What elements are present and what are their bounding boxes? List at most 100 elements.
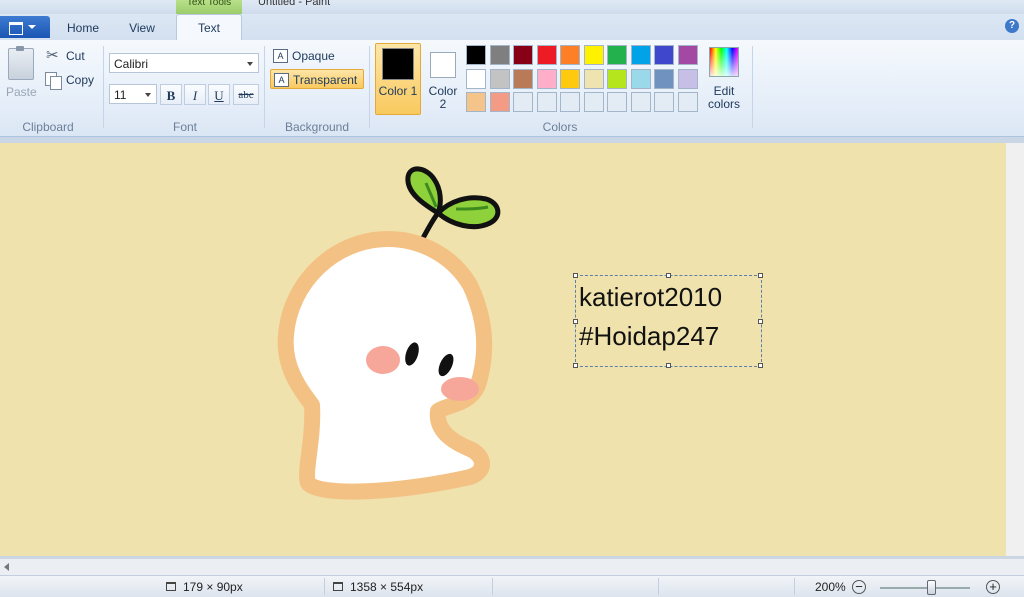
- copy-button[interactable]: Copy: [66, 73, 94, 87]
- cut-button[interactable]: Cut: [66, 49, 85, 63]
- palette-swatch[interactable]: [677, 45, 698, 65]
- resize-handle[interactable]: [666, 363, 671, 368]
- palette-swatch[interactable]: [607, 68, 627, 89]
- palette-swatch[interactable]: [583, 45, 604, 65]
- underline-button[interactable]: U: [208, 84, 230, 105]
- font-size-select[interactable]: 11: [109, 84, 157, 104]
- italic-button[interactable]: I: [184, 84, 206, 105]
- palette-swatch[interactable]: [630, 68, 651, 89]
- canvas-text-line[interactable]: #Hoidap247: [579, 321, 719, 352]
- scroll-left-icon[interactable]: [4, 563, 9, 571]
- document-title: Untitled - Paint: [258, 0, 331, 8]
- color2-swatch[interactable]: [430, 52, 456, 78]
- edit-colors-icon[interactable]: [709, 47, 739, 77]
- palette-swatch[interactable]: [513, 92, 533, 112]
- group-divider: [752, 46, 753, 128]
- contextual-tab-label: Text Tools: [176, 0, 242, 14]
- copy-icon[interactable]: [45, 72, 62, 90]
- resize-handle[interactable]: [758, 319, 763, 324]
- palette-swatch[interactable]: [466, 45, 486, 65]
- tab-home[interactable]: Home: [56, 16, 110, 40]
- image-size: 1358 × 554px: [350, 580, 424, 594]
- palette-swatch[interactable]: [630, 92, 651, 112]
- font-family-value: Calibri: [114, 57, 149, 71]
- palette-swatch[interactable]: [513, 45, 533, 65]
- canvas-text-line[interactable]: katierot2010: [579, 282, 722, 313]
- palette-swatch[interactable]: [466, 68, 486, 89]
- palette-swatch[interactable]: [466, 92, 486, 112]
- chevron-down-icon: [145, 93, 151, 97]
- bold-button[interactable]: B: [160, 84, 182, 105]
- group-label-clipboard: Clipboard: [22, 120, 74, 134]
- color-palette: [466, 45, 702, 115]
- vertical-scrollbar[interactable]: [1006, 143, 1024, 556]
- transparent-icon: A: [274, 73, 289, 87]
- resize-handle[interactable]: [758, 273, 763, 278]
- selection-size-icon: [166, 582, 176, 591]
- strikethrough-button[interactable]: abc: [233, 84, 259, 105]
- selection-size: 179 × 90px: [183, 580, 243, 594]
- status-bar: 179 × 90px 1358 × 554px 200%: [0, 575, 1024, 597]
- palette-swatch[interactable]: [489, 45, 510, 65]
- transparent-label: Transparent: [293, 73, 358, 87]
- paste-icon[interactable]: [8, 46, 34, 80]
- palette-swatch[interactable]: [654, 68, 674, 89]
- zoom-slider-thumb[interactable]: [927, 580, 936, 595]
- group-label-background: Background: [284, 120, 350, 134]
- title-bar: [0, 0, 1024, 14]
- palette-swatch[interactable]: [677, 68, 698, 89]
- tab-view[interactable]: View: [114, 16, 170, 40]
- group-label-font: Font: [172, 120, 197, 134]
- drawing-canvas[interactable]: [0, 143, 1006, 556]
- palette-swatch[interactable]: [607, 45, 627, 65]
- color1-swatch[interactable]: [382, 48, 414, 80]
- zoom-in-button[interactable]: +: [986, 580, 1000, 594]
- resize-handle[interactable]: [573, 273, 578, 278]
- palette-swatch[interactable]: [489, 92, 510, 112]
- palette-swatch[interactable]: [536, 68, 557, 89]
- paint-menu-button[interactable]: [0, 16, 50, 38]
- palette-swatch[interactable]: [654, 45, 674, 65]
- palette-swatch[interactable]: [560, 68, 580, 89]
- group-divider: [369, 46, 370, 128]
- palette-swatch[interactable]: [607, 92, 627, 112]
- group-divider: [103, 46, 104, 128]
- paste-button-label[interactable]: Paste: [6, 85, 37, 99]
- zoom-level: 200%: [815, 580, 846, 594]
- group-label-colors: Colors: [542, 120, 578, 134]
- palette-swatch[interactable]: [536, 92, 557, 112]
- tab-text[interactable]: Text: [176, 14, 242, 41]
- zoom-out-button[interactable]: −: [852, 580, 866, 594]
- image-size-icon: [333, 582, 343, 591]
- resize-handle[interactable]: [573, 319, 578, 324]
- palette-swatch[interactable]: [583, 92, 604, 112]
- opaque-button[interactable]: A Opaque: [270, 46, 350, 66]
- status-divider: [492, 578, 493, 595]
- palette-swatch[interactable]: [513, 68, 533, 89]
- zoom-slider-track[interactable]: [880, 587, 970, 589]
- opaque-icon: A: [273, 49, 288, 63]
- palette-swatch[interactable]: [654, 92, 674, 112]
- palette-swatch[interactable]: [583, 68, 604, 89]
- status-divider: [324, 578, 325, 595]
- palette-swatch[interactable]: [560, 45, 580, 65]
- scissors-icon[interactable]: ✂: [46, 46, 59, 64]
- chevron-down-icon: [247, 62, 253, 66]
- palette-swatch[interactable]: [536, 45, 557, 65]
- font-family-select[interactable]: Calibri: [109, 53, 259, 73]
- transparent-button[interactable]: A Transparent: [270, 69, 364, 89]
- palette-swatch[interactable]: [630, 45, 651, 65]
- palette-swatch[interactable]: [560, 92, 580, 112]
- color1-label: Color 1: [378, 84, 418, 98]
- resize-handle[interactable]: [758, 363, 763, 368]
- status-divider: [658, 578, 659, 595]
- resize-handle[interactable]: [666, 273, 671, 278]
- edit-colors-button[interactable]: Edit colors: [700, 85, 748, 111]
- opaque-label: Opaque: [292, 49, 335, 63]
- color2-label: Color 2: [428, 84, 458, 111]
- palette-swatch[interactable]: [677, 92, 698, 112]
- horizontal-scrollbar[interactable]: [0, 558, 1024, 575]
- help-icon[interactable]: ?: [1005, 19, 1019, 33]
- palette-swatch[interactable]: [489, 68, 510, 89]
- resize-handle[interactable]: [573, 363, 578, 368]
